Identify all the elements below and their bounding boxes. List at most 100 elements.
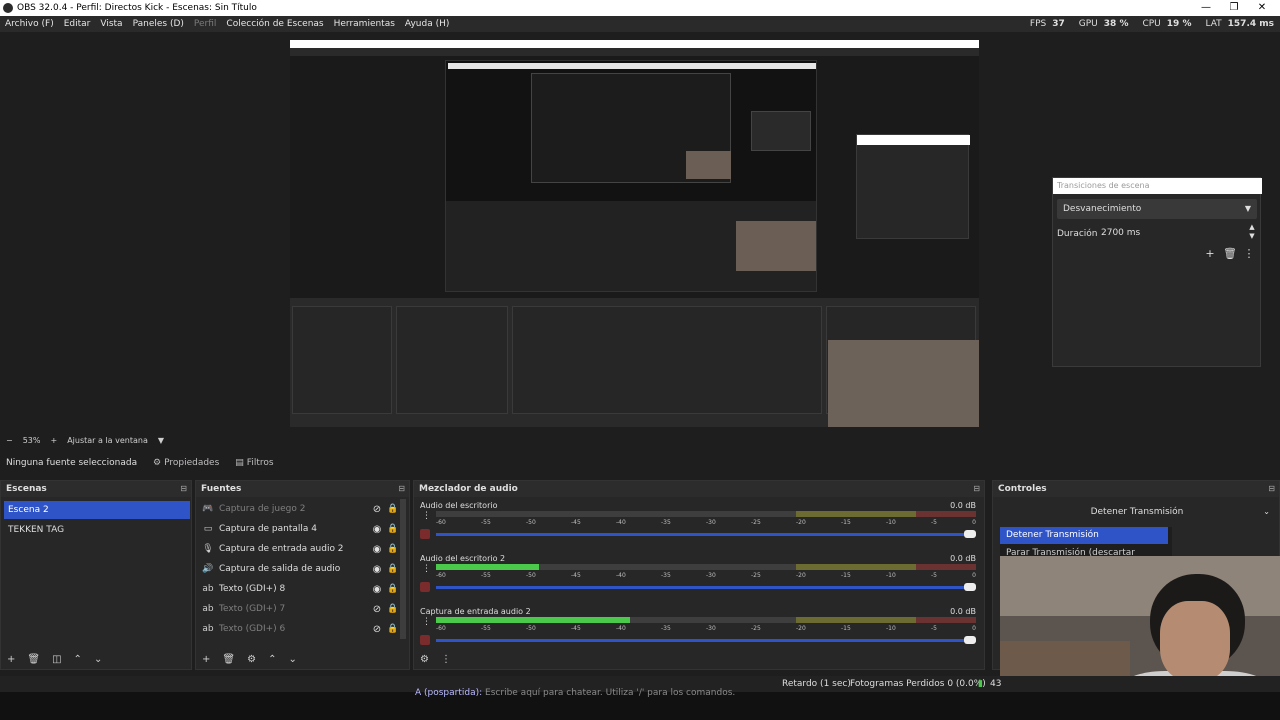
mute-icon[interactable] (420, 529, 430, 539)
filters-button[interactable]: ▤ Filtros (227, 454, 281, 472)
scale-tick: -45 (571, 625, 581, 632)
hidden-eye-icon[interactable]: ⊘ (369, 624, 385, 635)
move-up-icon[interactable]: ⌃ (268, 654, 276, 665)
menu-item-stop-stream[interactable]: Detener Transmisión (1000, 527, 1168, 544)
zoom-in-icon[interactable]: + (50, 436, 57, 445)
add-source-icon[interactable]: + (202, 654, 210, 665)
menu-edit[interactable]: Editar (59, 19, 96, 29)
source-item[interactable]: ab Texto (GDI+) 7 ⊘ 🔒 (196, 599, 401, 619)
lock-icon[interactable]: 🔒 (385, 584, 401, 594)
mute-icon[interactable] (420, 635, 430, 645)
gear-icon[interactable]: ⚙ (247, 654, 256, 665)
lock-icon[interactable]: 🔒 (385, 544, 401, 554)
source-item[interactable]: 🔊 Captura de salida de audio ◉ 🔒 (196, 559, 401, 579)
trash-icon[interactable]: 🗑 (1223, 247, 1237, 261)
lock-icon[interactable]: 🔒 (385, 524, 401, 534)
close-icon[interactable]: ✕ (1248, 0, 1276, 16)
stop-stream-button[interactable]: Detener Transmisión ⌄ (998, 503, 1276, 521)
more-options-icon[interactable]: ⋮ (441, 654, 451, 665)
undock-icon[interactable]: ⊟ (973, 481, 980, 497)
eye-icon[interactable]: ◉ (369, 524, 385, 535)
channel-menu-icon[interactable]: ⋮ (422, 511, 431, 521)
slider-knob[interactable] (964, 583, 976, 591)
zoom-mode[interactable]: Ajustar a la ventana (67, 436, 148, 445)
source-item[interactable]: ▭ Captura de pantalla 4 ◉ 🔒 (196, 519, 401, 539)
eye-icon[interactable]: ◉ (369, 564, 385, 575)
scene-filters-icon[interactable]: ◫ (52, 654, 61, 665)
source-item[interactable]: ab Texto (GDI+) 8 ◉ 🔒 (196, 579, 401, 599)
program-preview[interactable] (290, 40, 979, 427)
fps-stat: FPS 37 (1029, 19, 1065, 29)
source-item[interactable]: 🎙 Captura de entrada audio 2 ◉ 🔒 (196, 539, 401, 559)
lock-icon[interactable]: 🔒 (385, 504, 401, 514)
slider-knob[interactable] (964, 636, 976, 644)
scale-tick: -10 (886, 625, 896, 632)
trash-icon[interactable]: 🗑 (222, 654, 235, 665)
nested-mixer-dock (512, 306, 822, 414)
add-transition-icon[interactable]: + (1203, 247, 1217, 261)
volume-slider[interactable] (436, 583, 976, 591)
volume-slider[interactable] (436, 636, 976, 644)
menu-view[interactable]: Vista (95, 19, 127, 29)
slider-knob[interactable] (964, 530, 976, 538)
scene-transitions-dock: Transiciones de escena Desvanecimiento ▼… (1052, 177, 1262, 367)
menu-profile[interactable]: Perfil (189, 19, 222, 29)
undock-icon[interactable]: ⊟ (180, 481, 187, 497)
mixer-header: Mezclador de audio ⊟ (414, 481, 984, 497)
zoom-out-icon[interactable]: − (6, 436, 13, 445)
mixer-title: Mezclador de audio (419, 484, 518, 494)
maximize-icon[interactable]: ❐ (1220, 0, 1248, 16)
more-options-icon[interactable]: ⋮ (1242, 247, 1256, 261)
advanced-audio-icon[interactable]: ⚙ (420, 654, 429, 665)
signal-icon: ▮ (978, 679, 983, 689)
microphone-icon: 🎙 (202, 544, 214, 554)
preview-nested-transitions (856, 134, 970, 239)
sources-scrollbar[interactable] (400, 499, 406, 639)
mute-icon[interactable] (420, 582, 430, 592)
scene-item[interactable]: Escena 2 (4, 501, 190, 519)
sources-header: Fuentes ⊟ (196, 481, 409, 497)
hidden-eye-icon[interactable]: ⊘ (369, 504, 385, 515)
latency-stat: LAT 157.4 ms (1205, 19, 1274, 29)
move-down-icon[interactable]: ⌄ (94, 654, 102, 665)
eye-icon[interactable]: ◉ (369, 584, 385, 595)
preview-nested-menubar (290, 48, 979, 56)
add-scene-icon[interactable]: + (7, 654, 15, 665)
nested-titlebar (448, 63, 816, 69)
eye-icon[interactable]: ◉ (369, 544, 385, 555)
scale-tick: -15 (841, 519, 851, 526)
lock-icon[interactable]: 🔒 (385, 604, 401, 614)
channel-menu-icon[interactable]: ⋮ (422, 564, 431, 574)
properties-button[interactable]: ⚙ Propiedades (145, 454, 227, 472)
menu-file[interactable]: Archivo (F) (0, 19, 59, 29)
scene-item[interactable]: TEKKEN TAG (4, 521, 190, 539)
source-item[interactable]: ab Texto (GDI+) 6 ⊘ 🔒 (196, 619, 401, 639)
chevron-down-icon[interactable]: ⌄ (1263, 503, 1270, 521)
scale-tick: -20 (796, 572, 806, 579)
menu-tools[interactable]: Herramientas (329, 19, 400, 29)
channel-menu-icon[interactable]: ⋮ (422, 617, 431, 627)
duration-spinner[interactable]: ▲ ▼ (1246, 223, 1258, 243)
meter-scale: -60 -55 -50 -45 -40 -35 -30 -25 -20 -15 -10 -5 0 (436, 625, 976, 633)
zoom-mode-dropdown-icon[interactable]: ▼ (158, 436, 164, 445)
minimize-icon[interactable]: — (1192, 0, 1220, 16)
move-up-icon[interactable]: ⌃ (74, 654, 82, 665)
mixer-channel: Audio del escritorio 2 0.0 dB ⋮ -60 -55 -5… (418, 554, 978, 606)
menu-help[interactable]: Ayuda (H) (400, 19, 454, 29)
lock-icon[interactable]: 🔒 (385, 564, 401, 574)
hidden-eye-icon[interactable]: ⊘ (369, 604, 385, 615)
scale-tick: -40 (616, 572, 626, 579)
undock-icon[interactable]: ⊟ (398, 481, 405, 497)
move-down-icon[interactable]: ⌄ (288, 654, 296, 665)
trash-icon[interactable]: 🗑 (27, 654, 40, 665)
transition-select[interactable]: Desvanecimiento ▼ (1057, 199, 1257, 219)
lock-icon[interactable]: 🔒 (385, 624, 401, 634)
controls-header: Controles ⊟ (993, 481, 1279, 497)
duration-input[interactable]: 2700 ms (1097, 224, 1247, 242)
menu-scene-collection[interactable]: Colección de Escenas (221, 19, 328, 29)
source-item[interactable]: 🎮 Captura de juego 2 ⊘ 🔒 (196, 499, 401, 519)
scale-tick: -20 (796, 519, 806, 526)
menu-docks[interactable]: Paneles (D) (128, 19, 189, 29)
undock-icon[interactable]: ⊟ (1268, 481, 1275, 497)
volume-slider[interactable] (436, 530, 976, 538)
